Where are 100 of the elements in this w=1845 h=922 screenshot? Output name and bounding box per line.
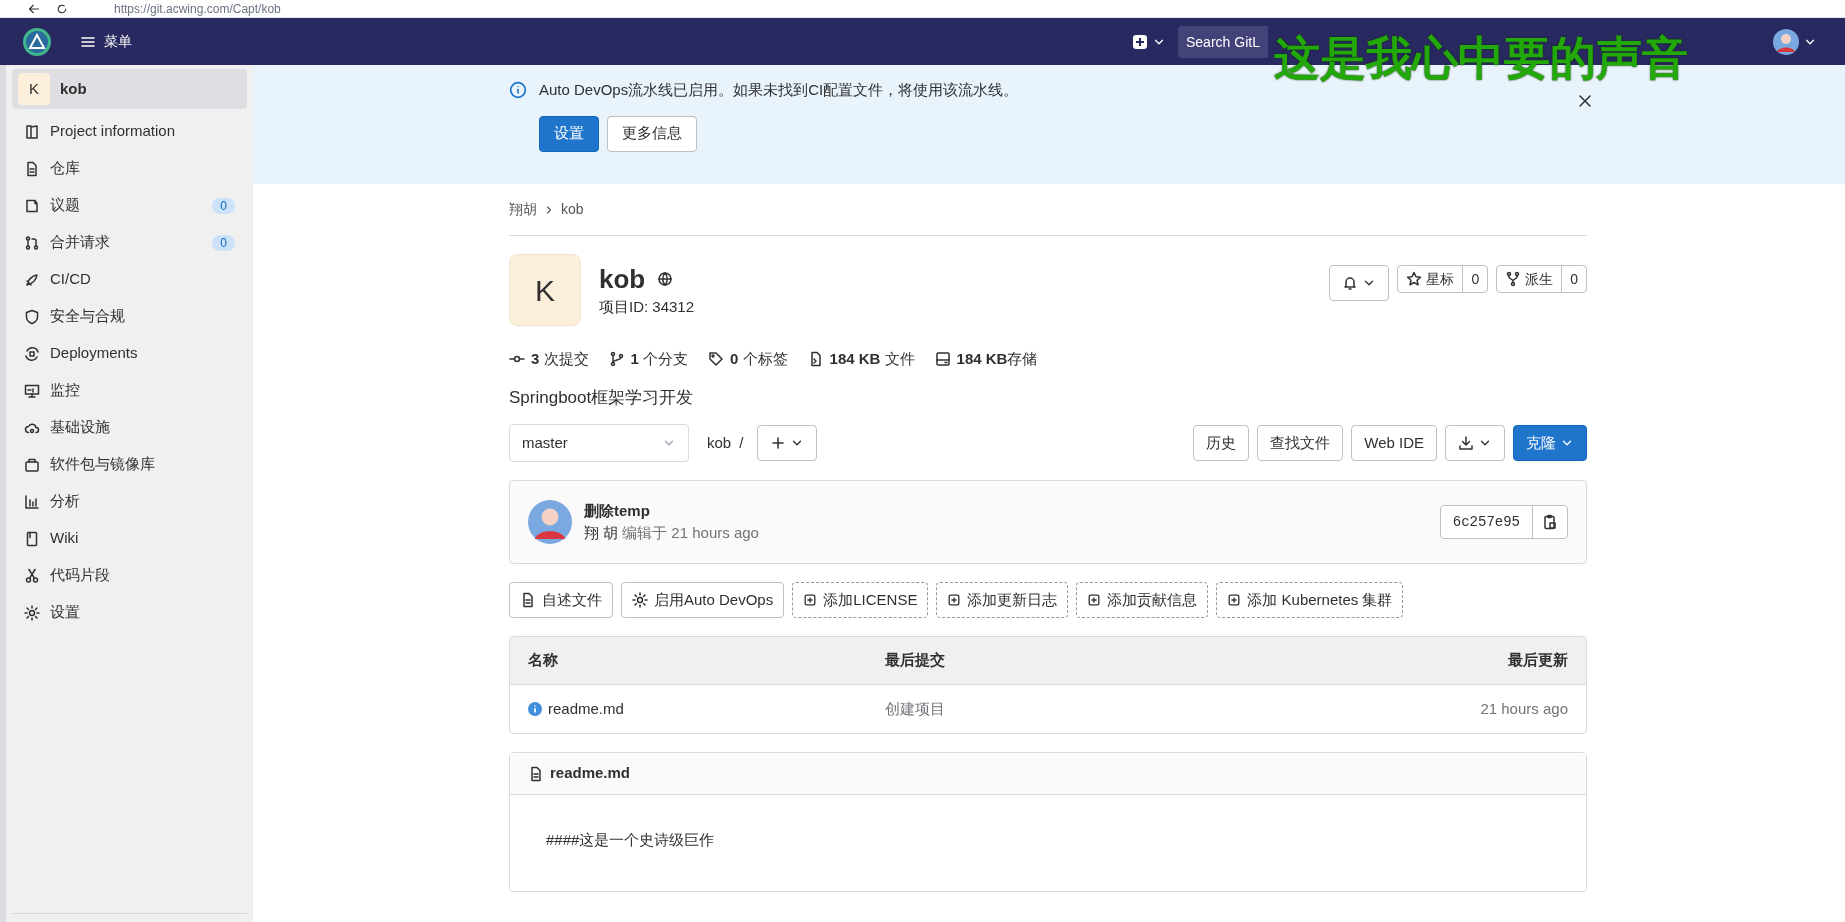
stat-link[interactable]: 184 KB存储	[934, 348, 1038, 371]
package-icon	[24, 456, 40, 473]
notification-button[interactable]	[1329, 265, 1390, 301]
stat-link[interactable]: 0 个标签	[708, 348, 788, 371]
stat-link[interactable]: 3 次提交	[509, 348, 589, 371]
commit-author[interactable]: 翔 胡	[584, 522, 619, 545]
alert-button[interactable]: 设置	[539, 115, 599, 152]
merge-request-icon	[24, 234, 40, 251]
project-header[interactable]: K kob	[12, 69, 247, 109]
column-header: 名称	[528, 650, 559, 671]
sidebar-item[interactable]: CI/CD	[12, 261, 247, 298]
quick-action-button[interactable]: 添加更新日志	[936, 582, 1069, 618]
sidebar-item[interactable]: 代码片段	[12, 557, 247, 594]
document-icon	[528, 765, 544, 782]
sidebar-item[interactable]: Deployments	[12, 335, 247, 372]
sidebar-item[interactable]: 合并请求 0	[12, 224, 247, 261]
path-separator: /	[739, 432, 744, 453]
avatar-icon	[1773, 28, 1799, 55]
project-description: Springboot框架学习开发	[509, 386, 695, 409]
sidebar-item[interactable]: 监控	[12, 372, 247, 409]
monitor-icon	[24, 382, 40, 399]
sidebar-item[interactable]: 基础设施	[12, 409, 247, 446]
count-badge: 0	[212, 197, 235, 214]
stat-text: 3 次提交	[531, 349, 589, 369]
menu-button[interactable]: 菜单	[80, 31, 132, 52]
breadcrumb-link[interactable]: kob	[561, 199, 584, 220]
star-icon	[1406, 271, 1423, 287]
quick-action-button[interactable]: 自述文件	[509, 582, 613, 618]
quick-action-button[interactable]: 启用Auto DevOps	[621, 582, 785, 618]
fork-icon	[1505, 271, 1522, 287]
stat-text: 184 KB存储	[956, 349, 1038, 369]
plus-square-icon	[1087, 593, 1102, 607]
repo-button[interactable]: 历史	[1193, 425, 1250, 461]
star-button[interactable]: 星标	[1398, 266, 1463, 292]
sidebar-item[interactable]: 设置	[12, 594, 247, 631]
info-icon	[509, 81, 527, 100]
new-dropdown-button[interactable]	[1132, 33, 1166, 50]
readme-filename: readme.md	[550, 763, 631, 784]
stat-text: 184 KB 文件	[829, 349, 915, 369]
column-header: 最后更新	[1507, 650, 1568, 671]
sidebar-item[interactable]: 仓库	[12, 150, 247, 187]
back-icon	[28, 2, 40, 15]
quick-action-button[interactable]: 添加贡献信息	[1076, 582, 1209, 618]
book-icon	[24, 123, 40, 140]
branch-dropdown[interactable]: master	[509, 424, 689, 462]
plus-square-icon	[1132, 33, 1148, 50]
close-icon	[1577, 93, 1593, 109]
project-avatar: K	[18, 73, 50, 105]
commit-time: 编辑于 21 hours ago	[622, 523, 759, 543]
plus-square-icon	[1227, 593, 1242, 607]
sidebar-item[interactable]: 分析	[12, 483, 247, 520]
updated-time: 21 hours ago	[1479, 698, 1568, 719]
globe-icon	[657, 270, 674, 287]
repo-button[interactable]: Web IDE	[1351, 425, 1437, 461]
search-field[interactable]: Search GitL	[1178, 25, 1268, 58]
url-text[interactable]: https://git.acwing.com/Capt/kob	[114, 2, 281, 15]
sidebar-item[interactable]: 安全与合规	[12, 298, 247, 335]
rocket-icon	[24, 271, 40, 288]
file-link[interactable]: readme.md	[528, 697, 885, 721]
sidebar-item[interactable]: 议题 0	[12, 187, 247, 224]
stat-text: 1 个分支	[630, 349, 689, 369]
path-text: kob	[707, 432, 732, 453]
sidebar-item[interactable]: Project information	[12, 113, 247, 150]
commit-title[interactable]: 删除temp	[584, 499, 759, 522]
count-badge: 0	[212, 234, 235, 251]
scissors-icon	[24, 567, 40, 584]
info-icon	[528, 702, 542, 716]
star-count[interactable]: 0	[1462, 266, 1488, 292]
sidebar-item[interactable]: Wiki	[12, 520, 247, 557]
alert-message: Auto DevOps流水线已启用。如果未找到CI配置文件，将使用该流水线。	[539, 80, 1019, 100]
stat-link[interactable]: 1 个分支	[608, 348, 689, 371]
logo-icon[interactable]	[22, 26, 52, 57]
plus-square-icon	[947, 593, 962, 607]
breadcrumb-link[interactable]: 翔胡	[509, 199, 537, 220]
shield-icon	[24, 308, 40, 325]
project-id: 项目ID: 34312	[599, 296, 695, 317]
tag-icon	[708, 351, 725, 368]
download-button[interactable]	[1445, 425, 1505, 461]
book-icon	[24, 530, 40, 547]
plus-square-icon	[803, 593, 818, 607]
bell-icon	[1342, 275, 1359, 291]
clone-button[interactable]: 克隆	[1513, 425, 1587, 461]
sidebar-item[interactable]: 软件包与镜像库	[12, 446, 247, 483]
quick-action-button[interactable]: 添加 Kubernetes 集群	[1216, 582, 1404, 618]
avatar-button[interactable]	[1773, 28, 1817, 55]
repo-button[interactable]: 查找文件	[1257, 425, 1344, 461]
add-dropdown-button[interactable]	[757, 425, 818, 461]
close-button[interactable]	[1577, 93, 1593, 109]
alert-button[interactable]: 更多信息	[607, 115, 697, 152]
storage-icon	[934, 351, 951, 368]
project-title: kob	[599, 262, 646, 296]
fork-count[interactable]: 0	[1561, 266, 1586, 292]
commit-message-link[interactable]: 创建项目	[885, 697, 1268, 721]
clipboard-icon	[1542, 514, 1558, 530]
fork-button[interactable]: 派生	[1497, 266, 1562, 292]
document-icon	[24, 160, 40, 177]
quick-action-button[interactable]: 添加LICENSE	[792, 582, 929, 618]
reload-icon	[56, 2, 68, 15]
stat-link[interactable]: 184 KB 文件	[807, 348, 915, 371]
branch-icon	[608, 351, 625, 368]
